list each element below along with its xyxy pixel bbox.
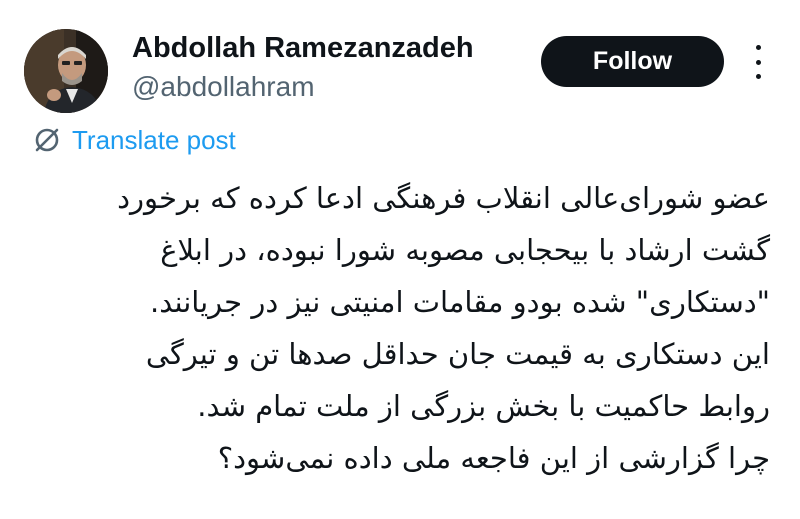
dot [755, 74, 761, 79]
translate-post-label: Translate post [72, 125, 236, 155]
globe-slash-icon [35, 128, 59, 152]
more-vertical-icon[interactable] [748, 45, 768, 79]
post-text-line: گشت ارشاد با بیحجابی مصوبه شورا نبوده، د… [160, 233, 770, 267]
author-display-name[interactable]: Abdollah Ramezanzadeh [132, 30, 474, 66]
post-text-line: "دستکاری" شده بودو مقامات امنیتی نیز در … [150, 285, 770, 319]
post-text-line: روابط حاکمیت با بخش بزرگی از ملت تمام شد… [197, 389, 770, 423]
post-text-line: عضو شورای‌عالی انقلاب فرهنگی ادعا کرده ک… [117, 181, 770, 215]
dot [755, 45, 761, 50]
translate-post-link[interactable]: Translate post [32, 122, 236, 158]
follow-button[interactable]: Follow [541, 36, 724, 87]
post-text-line: این دستکاری به قیمت جان حداقل صدها تن و … [145, 337, 770, 371]
author-handle[interactable]: @abdollahram [132, 70, 315, 104]
avatar[interactable] [24, 29, 108, 113]
post-header: Abdollah Ramezanzadeh @abdollahram Follo… [0, 0, 800, 125]
post-text-line: چرا گزارشی از این فاجعه ملی داده نمی‌شود… [217, 441, 770, 475]
post-text: عضو شورای‌عالی انقلاب فرهنگی ادعا کرده ک… [30, 172, 770, 484]
profile-photo-icon [24, 29, 108, 113]
dot [755, 59, 761, 65]
